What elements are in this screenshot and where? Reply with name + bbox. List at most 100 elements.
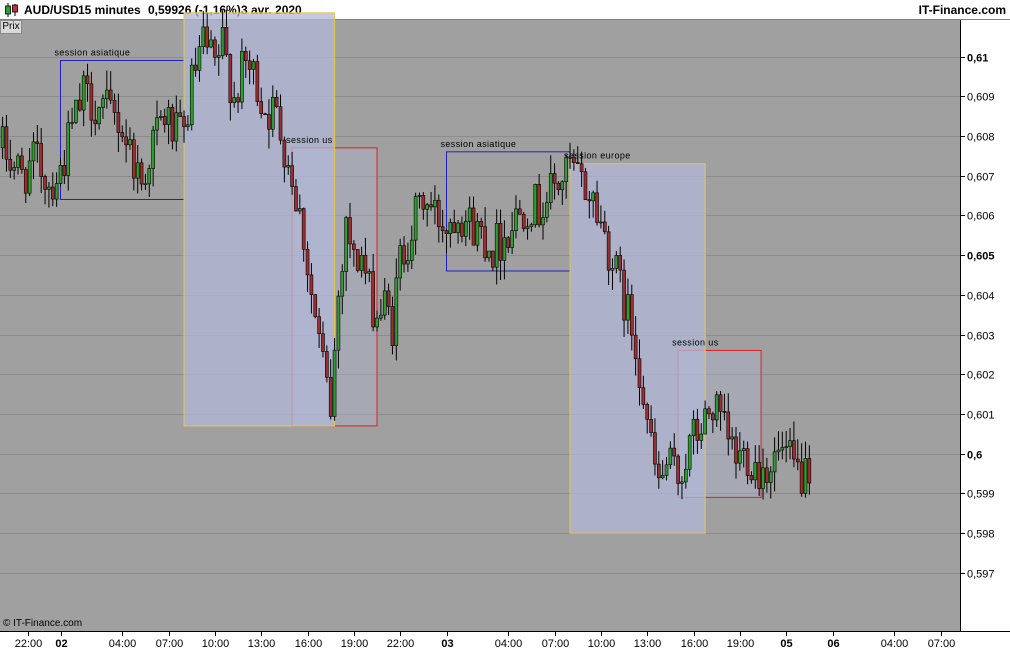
price-tick-label: 0,606 <box>967 211 995 223</box>
plot-area[interactable] <box>0 20 960 631</box>
candle-body <box>186 124 190 128</box>
candle-body <box>768 471 773 483</box>
candle-body <box>587 199 592 202</box>
candle-body <box>463 221 468 237</box>
candle-body <box>305 249 310 276</box>
time-tick-label: 16:00 <box>295 638 323 650</box>
candle-body <box>247 60 252 70</box>
candle-body <box>332 349 337 417</box>
candle-body <box>444 230 449 235</box>
candle-body <box>691 418 696 437</box>
candle-body <box>637 358 642 389</box>
price-tick-label: 0,602 <box>967 370 995 382</box>
price-tick-label: 0,6 <box>967 450 982 462</box>
candle-body <box>135 162 140 179</box>
candle-body <box>421 195 426 210</box>
candle-body <box>599 221 603 224</box>
candle-body <box>290 165 294 187</box>
candle-body <box>255 61 260 102</box>
candle-body <box>402 245 406 265</box>
price-panel-button[interactable]: Prix <box>0 20 22 34</box>
candle-body <box>209 39 213 48</box>
candle-body <box>394 277 399 347</box>
candle-body <box>560 181 565 191</box>
candle-body <box>124 136 128 146</box>
candle-body <box>27 160 32 194</box>
candle-body <box>745 448 750 476</box>
time-tick-label: 07:00 <box>542 638 570 650</box>
candle-body <box>491 250 495 268</box>
candle-body <box>112 99 117 113</box>
candle-body <box>487 250 491 259</box>
time-tick-label: 10:00 <box>588 638 616 650</box>
time-tick-label: 22:00 <box>15 638 43 650</box>
candle-body <box>429 204 433 208</box>
candle-body <box>270 97 275 130</box>
time-tick-label: 13:00 <box>634 638 662 650</box>
candle-body <box>784 446 788 448</box>
candle-body <box>228 54 233 103</box>
time-tick-label: 07:00 <box>928 638 956 650</box>
candle-body <box>765 467 769 483</box>
time-tick-label: 05 <box>780 638 792 650</box>
candle-body <box>178 112 182 117</box>
candle-body <box>780 447 785 451</box>
candle-body <box>641 387 646 405</box>
time-tick-label: 04:00 <box>881 638 909 650</box>
candle-body <box>286 165 291 168</box>
candle-body <box>371 271 375 328</box>
candle-body <box>355 249 360 271</box>
candle-body <box>155 117 159 131</box>
candle-body <box>614 255 619 269</box>
candle-body <box>54 183 59 200</box>
candle-body <box>336 295 341 351</box>
time-tick-label: 19:00 <box>341 638 369 650</box>
candle-body <box>672 447 677 457</box>
candle-body <box>772 451 777 473</box>
candle-body <box>738 450 742 464</box>
candle-body <box>575 162 580 164</box>
candle-body <box>602 221 607 233</box>
candle-body <box>518 208 522 215</box>
candle-body <box>788 440 792 447</box>
time-tick-label: 02 <box>55 638 67 650</box>
candle-body <box>568 156 572 159</box>
candle-body <box>20 155 24 170</box>
candle-body <box>456 222 460 233</box>
candle-body <box>128 139 132 146</box>
candle-body <box>70 122 74 124</box>
price-tick-label: 0,598 <box>967 529 995 541</box>
candle-body <box>753 462 758 481</box>
candle-body <box>436 199 441 228</box>
candle-body <box>687 435 692 470</box>
price-chart[interactable]: session asiatique session us session asiat… <box>0 0 1010 650</box>
candle-body <box>78 99 82 111</box>
candle-body <box>193 64 198 71</box>
candle-body <box>537 184 541 226</box>
price-tick-label: 0,608 <box>967 132 995 144</box>
candle-body <box>325 351 329 378</box>
candle-body <box>776 449 781 453</box>
candle-body <box>626 294 630 321</box>
candle-body <box>267 114 271 130</box>
candle-body <box>201 26 206 47</box>
candle-body <box>529 224 534 228</box>
candle-body <box>43 176 47 190</box>
candle-body <box>120 132 125 138</box>
candle-body <box>278 106 283 141</box>
time-tick-label: 10:00 <box>202 638 230 650</box>
candle-body <box>116 112 121 133</box>
candle-body <box>151 129 155 169</box>
candle-body <box>367 271 372 274</box>
candle-body <box>313 294 318 317</box>
candle-body <box>328 377 333 417</box>
candle-body <box>502 237 507 261</box>
candle-body <box>714 394 719 421</box>
candle-body <box>31 141 36 162</box>
candle-body <box>205 26 209 48</box>
candle-body <box>81 75 86 111</box>
candle-body <box>564 157 568 183</box>
candle-body <box>649 419 653 433</box>
candle-body <box>510 230 514 248</box>
candle-body <box>633 334 638 360</box>
